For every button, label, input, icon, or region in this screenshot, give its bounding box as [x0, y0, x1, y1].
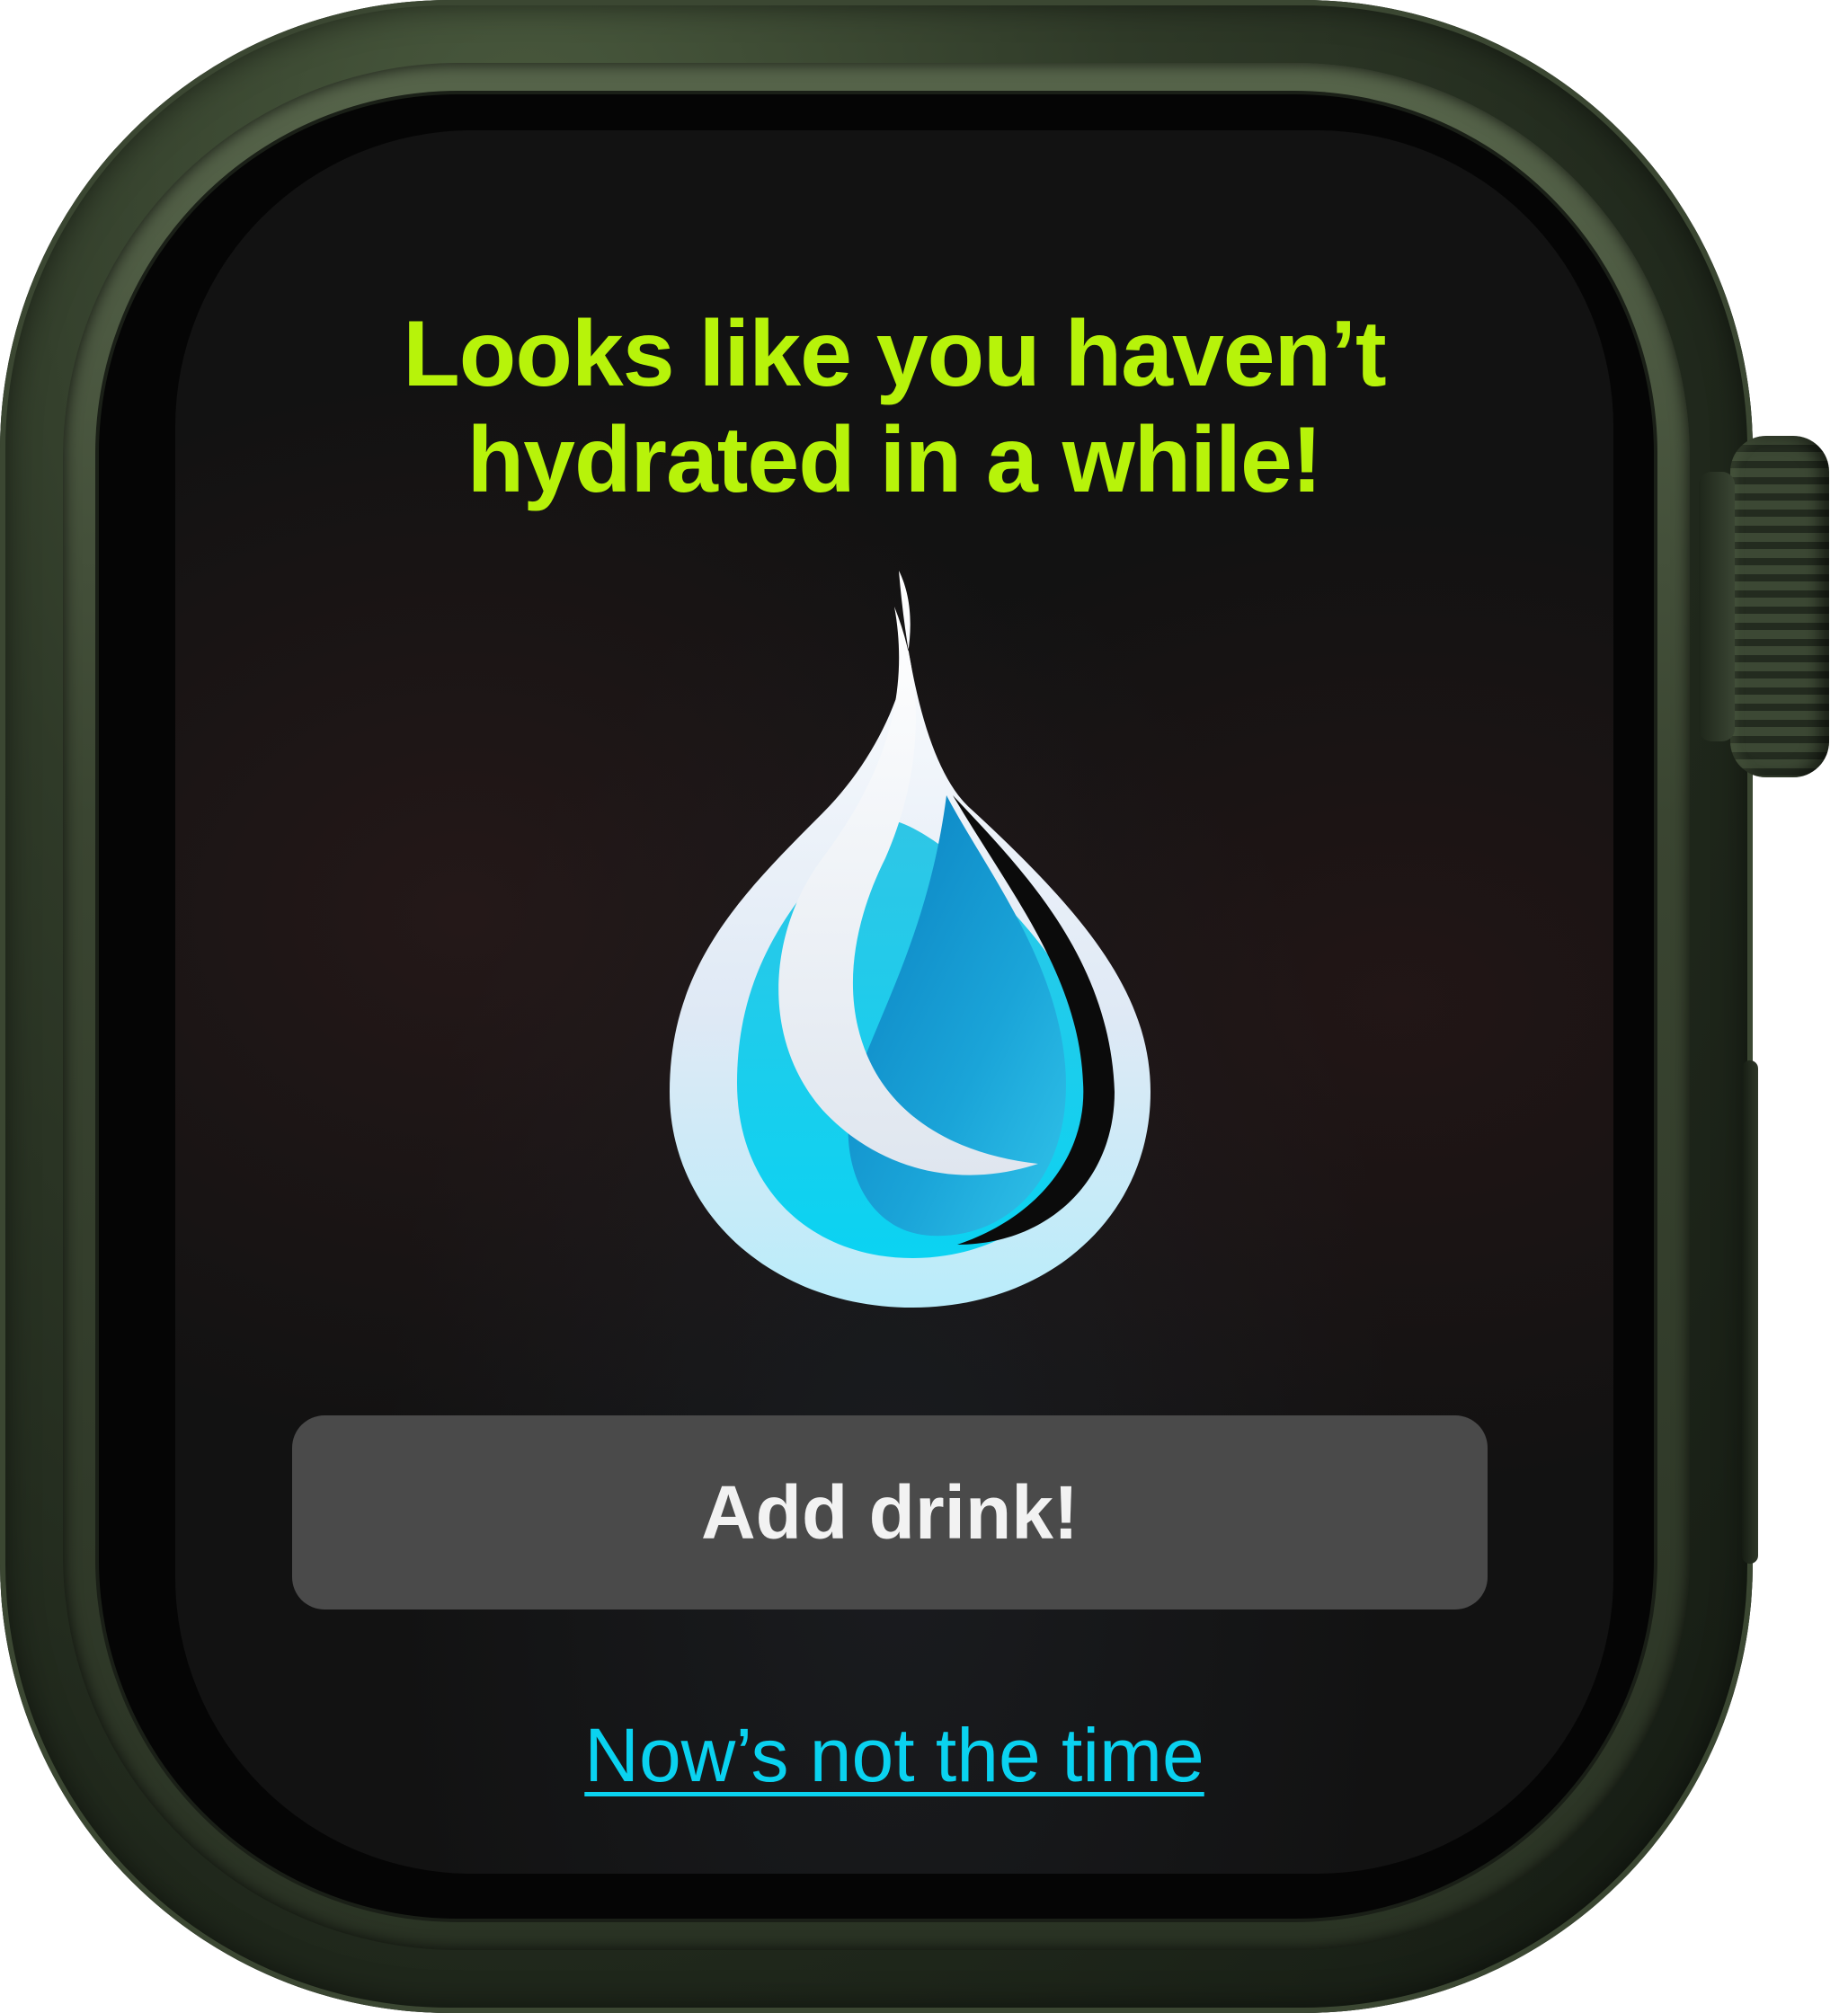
hydration-headline: Looks like you haven’t hydrated in a whi… [175, 301, 1613, 513]
headline-line-1: Looks like you haven’t [403, 302, 1386, 406]
digital-crown[interactable] [1699, 436, 1829, 777]
add-drink-button[interactable]: Add drink! [292, 1415, 1488, 1610]
dismiss-link[interactable]: Now’s not the time [175, 1712, 1613, 1799]
watch-screen: Looks like you haven’t hydrated in a whi… [175, 130, 1613, 1874]
headline-line-2: hydrated in a while! [466, 408, 1323, 512]
side-button[interactable] [1742, 1060, 1758, 1564]
water-drop-icon [670, 571, 1151, 1308]
